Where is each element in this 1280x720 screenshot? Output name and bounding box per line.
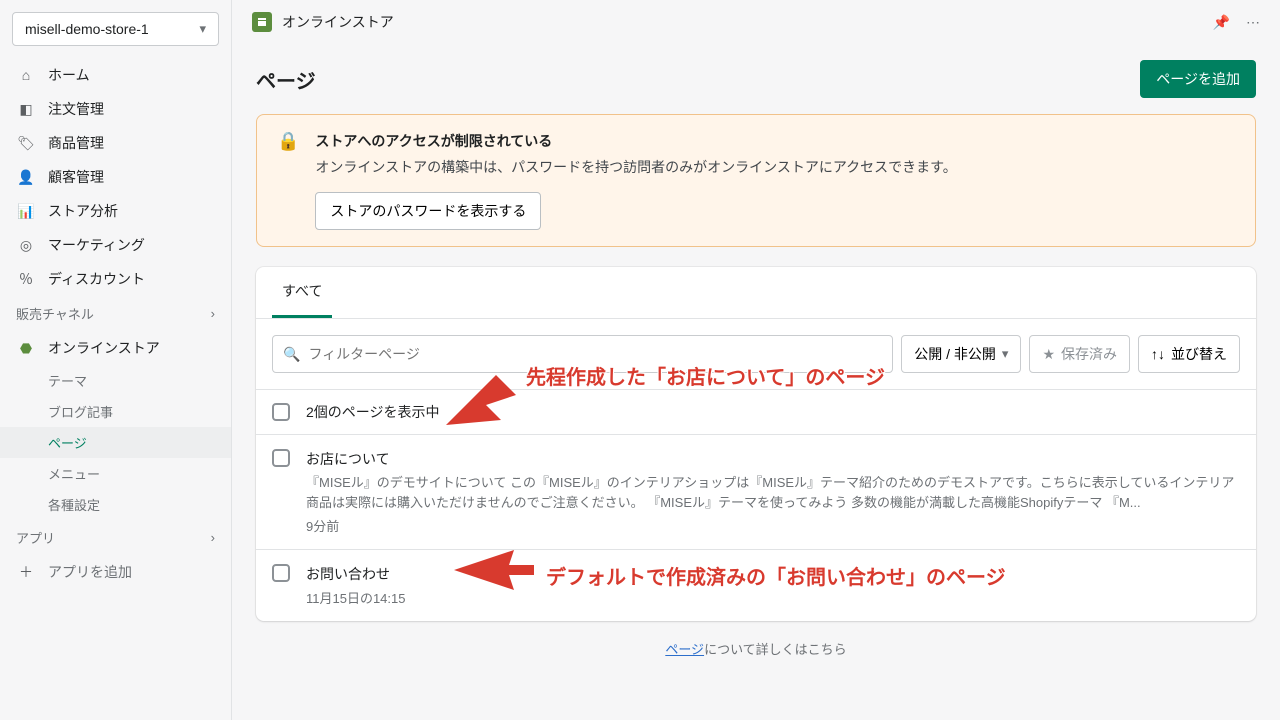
nav-blog-posts[interactable]: ブログ記事 [48, 396, 231, 427]
analytics-icon: 📊 [16, 201, 36, 221]
more-icon[interactable]: ⋯ [1246, 14, 1260, 31]
list-item[interactable]: お店について 『MISEル』のデモサイトについて この『MISEル』のインテリア… [256, 434, 1256, 549]
visibility-filter-button[interactable]: 公開 / 非公開▾ [901, 335, 1021, 373]
list-count: 2個のページを表示中 [306, 402, 440, 422]
topbar: オンラインストア 📌 ⋯ [232, 0, 1280, 44]
nav-add-app[interactable]: ＋アプリを追加 [0, 555, 231, 589]
tabs: すべて [256, 267, 1256, 319]
apps-header[interactable]: アプリ › [0, 520, 231, 555]
nav-analytics[interactable]: 📊ストア分析 [0, 194, 231, 228]
footer-help: ページについて詳しくはこちら [256, 621, 1256, 676]
orders-icon: ◧ [16, 99, 36, 119]
nav-themes[interactable]: テーマ [48, 365, 231, 396]
nav-online-store[interactable]: ⬣オンラインストア [0, 331, 231, 365]
footer-link[interactable]: ページ [665, 642, 704, 657]
nav-marketing[interactable]: ◎マーケティング [0, 228, 231, 262]
sort-icon: ↑↓ [1151, 346, 1165, 362]
chevron-right-icon: › [211, 530, 215, 545]
row-checkbox[interactable] [272, 449, 290, 467]
topbar-title: オンラインストア [282, 12, 394, 32]
search-box[interactable]: 🔍 [272, 335, 893, 373]
alert-body: オンラインストアの構築中は、パスワードを持つ訪問者のみがオンラインストアにアクセ… [315, 157, 956, 178]
main: オンラインストア 📌 ⋯ ページ ページを追加 🔒 ストアへのアクセスが制限され… [232, 0, 1280, 720]
page-timestamp: 11月15日の14:15 [306, 588, 1240, 607]
store-selector[interactable]: misell-demo-store-1 ▾ [12, 12, 219, 46]
target-icon: ◎ [16, 235, 36, 255]
chevron-down-icon: ▾ [199, 21, 206, 37]
alert-title: ストアへのアクセスが制限されている [315, 131, 956, 151]
store-icon: ⬣ [16, 338, 36, 358]
sales-channels-header[interactable]: 販売チャネル › [0, 296, 231, 331]
sidebar: misell-demo-store-1 ▾ ⌂ホーム ◧注文管理 🏷商品管理 👤… [0, 0, 232, 720]
home-icon: ⌂ [16, 65, 36, 85]
nav-pages[interactable]: ページ [0, 427, 231, 458]
show-password-button[interactable]: ストアのパスワードを表示する [315, 192, 541, 230]
chevron-right-icon: › [211, 306, 215, 321]
nav-discounts[interactable]: ％ディスカウント [0, 262, 231, 296]
online-store-icon [252, 12, 272, 32]
star-icon: ★ [1042, 346, 1055, 363]
row-checkbox[interactable] [272, 564, 290, 582]
nav-products[interactable]: 🏷商品管理 [0, 126, 231, 160]
page-title-link: お問い合わせ [306, 564, 1240, 584]
page-title-link: お店について [306, 449, 1240, 469]
nav-home[interactable]: ⌂ホーム [0, 58, 231, 92]
plus-icon: ＋ [16, 562, 36, 582]
person-icon: 👤 [16, 167, 36, 187]
pin-icon[interactable]: 📌 [1213, 14, 1230, 31]
toolbar: 🔍 公開 / 非公開▾ ★保存済み ↑↓並び替え [256, 319, 1256, 389]
add-page-button[interactable]: ページを追加 [1140, 60, 1256, 98]
nav-orders[interactable]: ◧注文管理 [0, 92, 231, 126]
nav-navigation[interactable]: メニュー [48, 458, 231, 489]
pages-card: すべて 🔍 公開 / 非公開▾ ★保存済み ↑↓並び替え 2個のページを表示中 [256, 267, 1256, 621]
nav: ⌂ホーム ◧注文管理 🏷商品管理 👤顧客管理 📊ストア分析 ◎マーケティング ％… [0, 58, 231, 720]
page-title: ページ [256, 65, 316, 94]
list-item[interactable]: お問い合わせ 11月15日の14:15 [256, 549, 1256, 621]
tab-all[interactable]: すべて [272, 267, 332, 318]
page-timestamp: 9分前 [306, 516, 1240, 535]
tag-icon: 🏷 [16, 133, 36, 153]
select-all-checkbox[interactable] [272, 403, 290, 421]
list-header: 2個のページを表示中 [256, 389, 1256, 434]
password-alert: 🔒 ストアへのアクセスが制限されている オンラインストアの構築中は、パスワードを… [256, 114, 1256, 247]
discount-icon: ％ [16, 269, 36, 289]
chevron-down-icon: ▾ [1002, 346, 1009, 362]
saved-button[interactable]: ★保存済み [1029, 335, 1130, 373]
sort-button[interactable]: ↑↓並び替え [1138, 335, 1240, 373]
nav-customers[interactable]: 👤顧客管理 [0, 160, 231, 194]
store-name: misell-demo-store-1 [25, 21, 149, 37]
search-input[interactable] [300, 338, 882, 370]
search-icon: 🔍 [283, 346, 300, 363]
page-excerpt: 『MISEル』のデモサイトについて この『MISEル』のインテリアショップは『M… [306, 473, 1240, 512]
nav-preferences[interactable]: 各種設定 [48, 489, 231, 520]
lock-icon: 🔒 [277, 131, 299, 230]
